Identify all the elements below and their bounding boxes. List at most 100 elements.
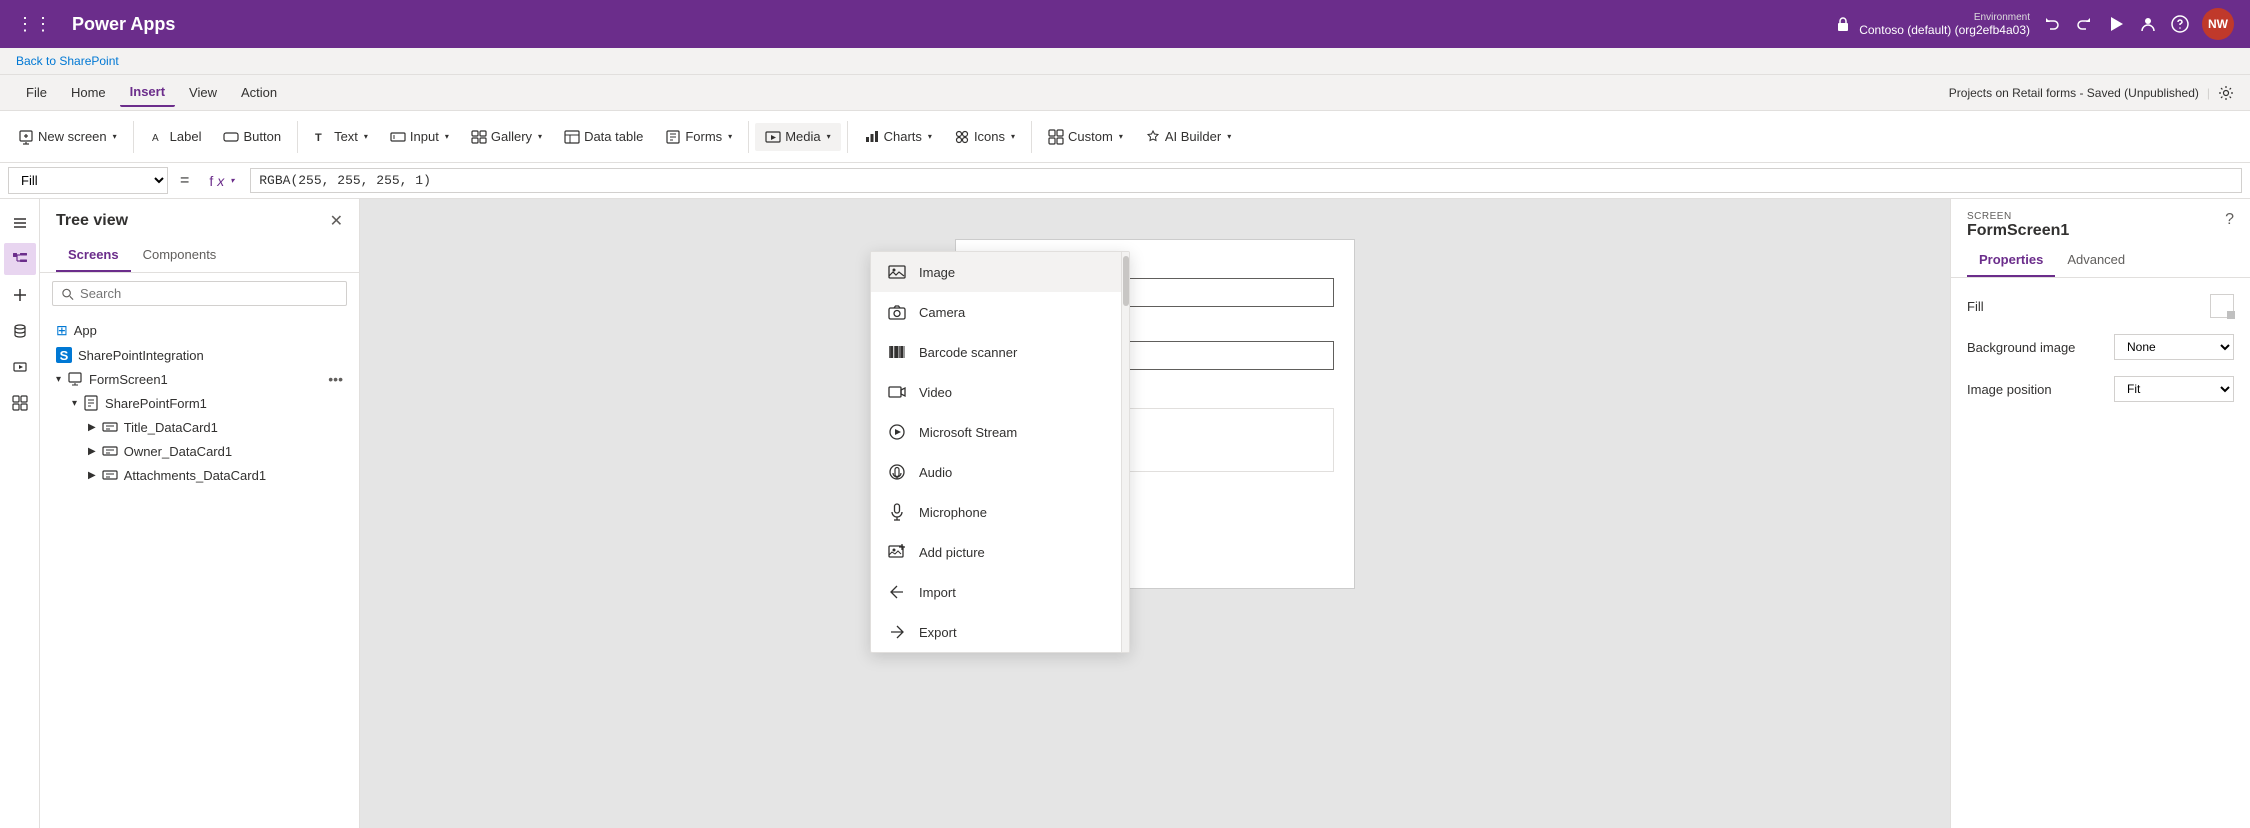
stream-icon <box>887 422 907 442</box>
media-dropdown-barcode[interactable]: Barcode scanner <box>871 332 1129 372</box>
label-button[interactable]: A Label <box>140 123 212 151</box>
input-button[interactable]: Input ▾ <box>380 123 459 151</box>
props-background-image-row: Background image None <box>1967 334 2234 360</box>
sidebar-tree-icon[interactable] <box>4 243 36 275</box>
props-tab-properties[interactable]: Properties <box>1967 244 2055 277</box>
menu-insert[interactable]: Insert <box>120 78 175 107</box>
media-dropdown-add-picture[interactable]: Add picture <box>871 532 1129 572</box>
add-picture-icon <box>887 542 907 562</box>
undo-icon[interactable] <box>2042 14 2062 34</box>
media-dropdown-image[interactable]: Image <box>871 252 1129 292</box>
back-to-sharepoint-link[interactable]: Back to SharePoint <box>0 48 2250 75</box>
charts-button[interactable]: Charts ▾ <box>854 123 942 151</box>
media-dropdown-import[interactable]: Import <box>871 572 1129 612</box>
tree-close-button[interactable]: ✕ <box>330 211 343 231</box>
title-datacard-expand-icon: ▶ <box>88 422 96 433</box>
microphone-icon <box>887 502 907 522</box>
tree-item-owner-datacard1[interactable]: ▶ Owner_DataCard1 <box>40 439 359 463</box>
tree-item-formscreen1[interactable]: ▾ FormScreen1 ••• <box>40 367 359 391</box>
background-image-select[interactable]: None <box>2114 334 2234 360</box>
formula-fx-button[interactable]: f x ▾ <box>201 173 242 189</box>
button-button[interactable]: Button <box>213 123 291 151</box>
custom-button[interactable]: Custom ▾ <box>1038 123 1133 151</box>
props-help-icon[interactable]: ? <box>2225 211 2234 229</box>
sidebar-components-icon[interactable] <box>4 387 36 419</box>
image-position-select[interactable]: Fit <box>2114 376 2234 402</box>
formscreen1-more-button[interactable]: ••• <box>328 371 343 387</box>
sidebar-media-icon[interactable] <box>4 351 36 383</box>
tree-search-container <box>52 281 347 306</box>
props-image-position-label: Image position <box>1967 382 2052 397</box>
sharepoint-icon: S <box>56 347 72 363</box>
menu-file[interactable]: File <box>16 79 57 106</box>
barcode-icon <box>887 342 907 362</box>
icons-icon <box>954 129 970 145</box>
props-fill-row: Fill <box>1967 294 2234 318</box>
custom-chevron: ▾ <box>1119 132 1123 141</box>
account-icon[interactable] <box>2138 14 2158 34</box>
media-dropdown-stream[interactable]: Microsoft Stream <box>871 412 1129 452</box>
input-icon <box>390 129 406 145</box>
forms-button[interactable]: Forms ▾ <box>655 123 742 151</box>
save-status: Projects on Retail forms - Saved (Unpubl… <box>1949 86 2199 100</box>
canvas-area: ★ Title Owner Attachments There is nothi… <box>360 199 1950 828</box>
media-chevron: ▾ <box>827 132 831 141</box>
sidebar-add-icon[interactable] <box>4 279 36 311</box>
help-icon[interactable] <box>2170 14 2190 34</box>
media-button[interactable]: Media ▾ <box>755 123 840 151</box>
sidebar-menu-icon[interactable] <box>4 207 36 239</box>
media-dropdown-video[interactable]: Video <box>871 372 1129 412</box>
attachments-datacard-expand-icon: ▶ <box>88 470 96 481</box>
tree-item-attachments-datacard1[interactable]: ▶ Attachments_DataCard1 <box>40 463 359 487</box>
label-icon: A <box>150 129 166 145</box>
new-screen-chevron: ▾ <box>113 132 117 141</box>
media-dropdown-camera[interactable]: Camera <box>871 292 1129 332</box>
media-dropdown-menu: Image Camera Barcode scanner <box>870 251 1130 653</box>
props-tab-advanced[interactable]: Advanced <box>2055 244 2137 277</box>
tree-item-app[interactable]: ⊞ App <box>40 318 359 343</box>
fill-color-swatch[interactable] <box>2210 294 2234 318</box>
menu-view[interactable]: View <box>179 79 227 106</box>
text-icon: T <box>314 129 330 145</box>
tree-item-sharepointform1[interactable]: ▾ SharePointForm1 <box>40 391 359 415</box>
properties-panel: SCREEN FormScreen1 ? Properties Advanced… <box>1950 199 2250 828</box>
redo-icon[interactable] <box>2074 14 2094 34</box>
toolbar: New screen ▾ A Label Button T Text ▾ Inp… <box>0 111 2250 163</box>
menu-home[interactable]: Home <box>61 79 116 106</box>
charts-chevron: ▾ <box>928 132 932 141</box>
menu-bar: File Home Insert View Action Projects on… <box>0 75 2250 111</box>
app-title: Power Apps <box>72 14 175 35</box>
avatar[interactable]: NW <box>2202 8 2234 40</box>
top-bar-right: Environment Contoso (default) (org2efb4a… <box>1833 8 2234 40</box>
tree-item-sharepointintegration[interactable]: S SharePointIntegration <box>40 343 359 367</box>
play-icon[interactable] <box>2106 14 2126 34</box>
environment-info: Environment Contoso (default) (org2efb4a… <box>1833 12 2030 37</box>
sidebar-datasource-icon[interactable] <box>4 315 36 347</box>
sharepointform-expand-icon: ▾ <box>72 398 77 409</box>
tree-tab-screens[interactable]: Screens <box>56 239 131 272</box>
text-button[interactable]: T Text ▾ <box>304 123 378 151</box>
button-icon <box>223 129 239 145</box>
tree-search-input[interactable] <box>80 286 338 301</box>
formula-property-select[interactable]: Fill <box>8 167 168 194</box>
new-screen-button[interactable]: New screen ▾ <box>8 123 127 151</box>
gallery-icon <box>471 129 487 145</box>
settings-icon[interactable] <box>2218 85 2234 101</box>
tree-item-title-datacard1[interactable]: ▶ Title_DataCard1 <box>40 415 359 439</box>
forms-icon <box>665 129 681 145</box>
gallery-button[interactable]: Gallery ▾ <box>461 123 552 151</box>
tree-tab-components[interactable]: Components <box>131 239 229 272</box>
data-table-button[interactable]: Data table <box>554 123 653 151</box>
media-dropdown-export[interactable]: Export <box>871 612 1129 652</box>
icons-button[interactable]: Icons ▾ <box>944 123 1025 151</box>
waffle-icon[interactable]: ⋮⋮ <box>16 14 52 35</box>
media-dropdown-microphone[interactable]: Microphone <box>871 492 1129 532</box>
props-tabs: Properties Advanced <box>1951 244 2250 278</box>
toolbar-divider-5 <box>1031 121 1032 153</box>
ai-builder-button[interactable]: AI Builder ▾ <box>1135 123 1241 151</box>
media-dropdown-audio[interactable]: Audio <box>871 452 1129 492</box>
menu-action[interactable]: Action <box>231 79 287 106</box>
formula-input[interactable] <box>250 168 2242 193</box>
input-chevron: ▾ <box>445 132 449 141</box>
datacard-icon <box>102 419 118 435</box>
